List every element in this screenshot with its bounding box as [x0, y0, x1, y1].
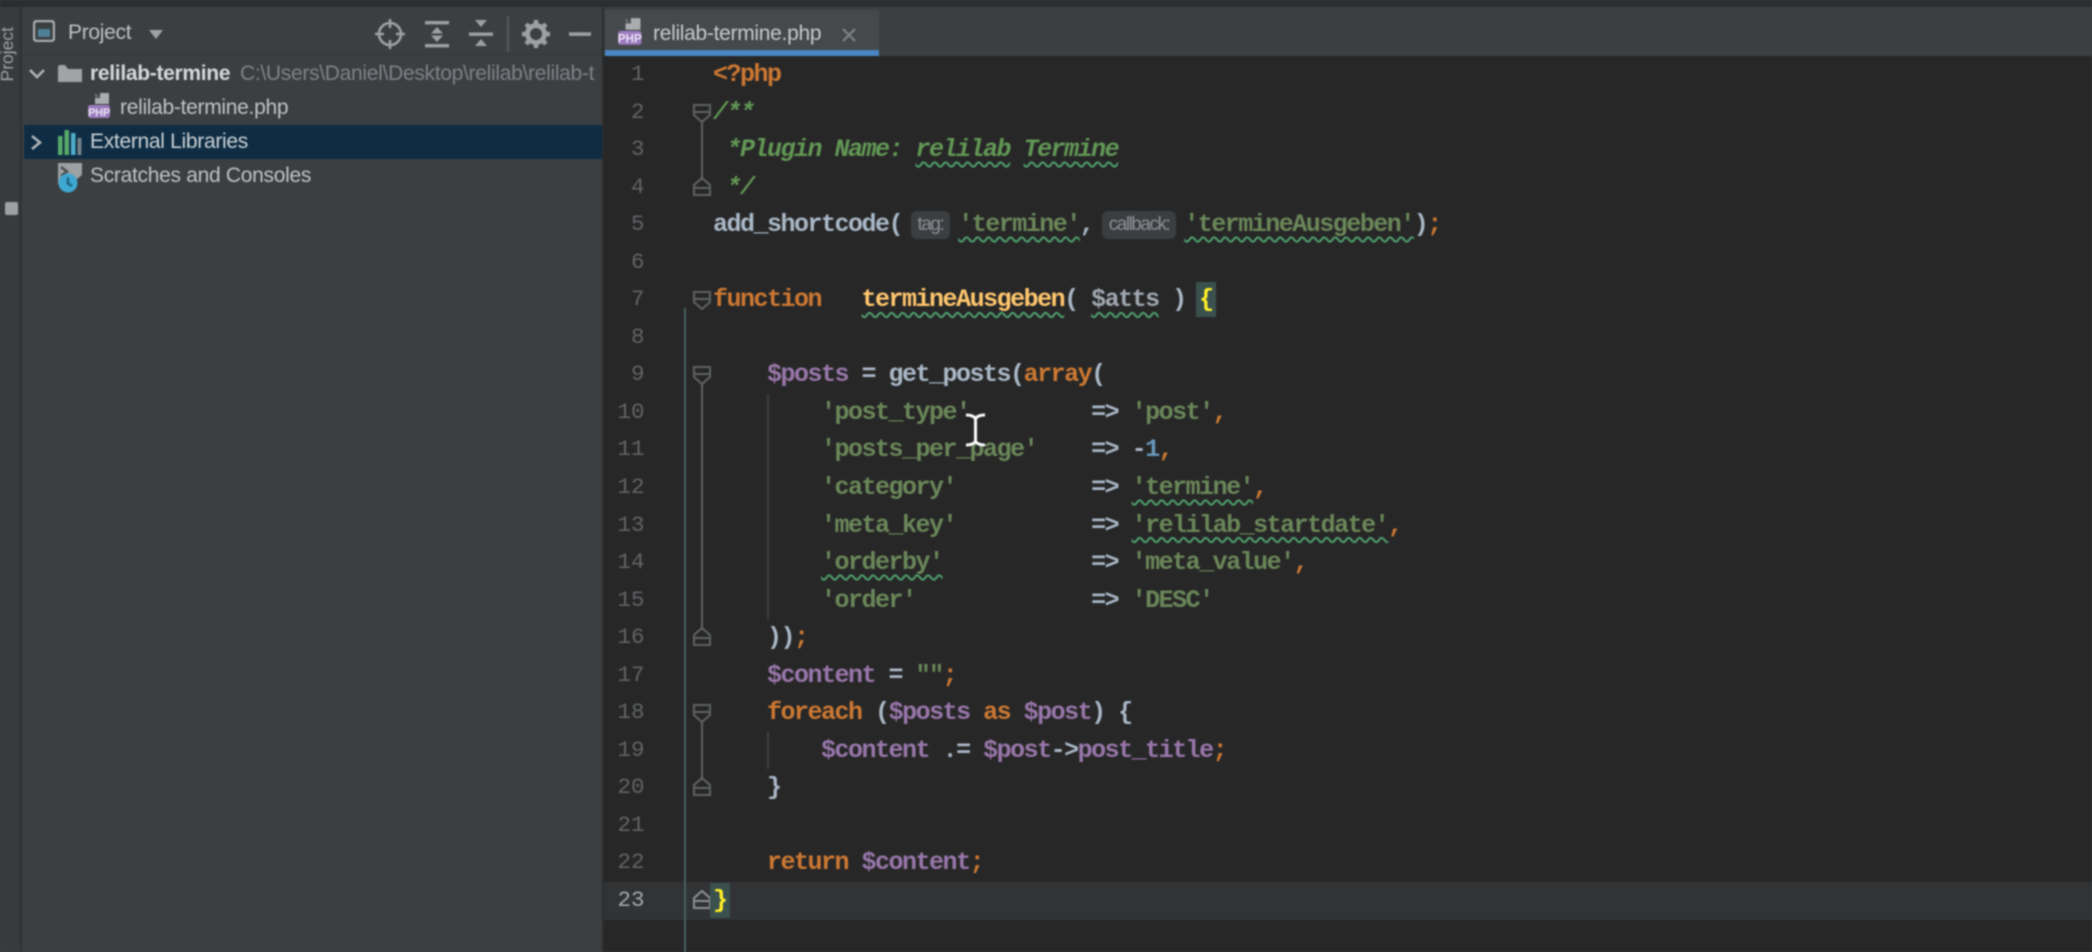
svg-text:PHP: PHP: [618, 33, 642, 46]
svg-text:PHP: PHP: [88, 107, 110, 119]
